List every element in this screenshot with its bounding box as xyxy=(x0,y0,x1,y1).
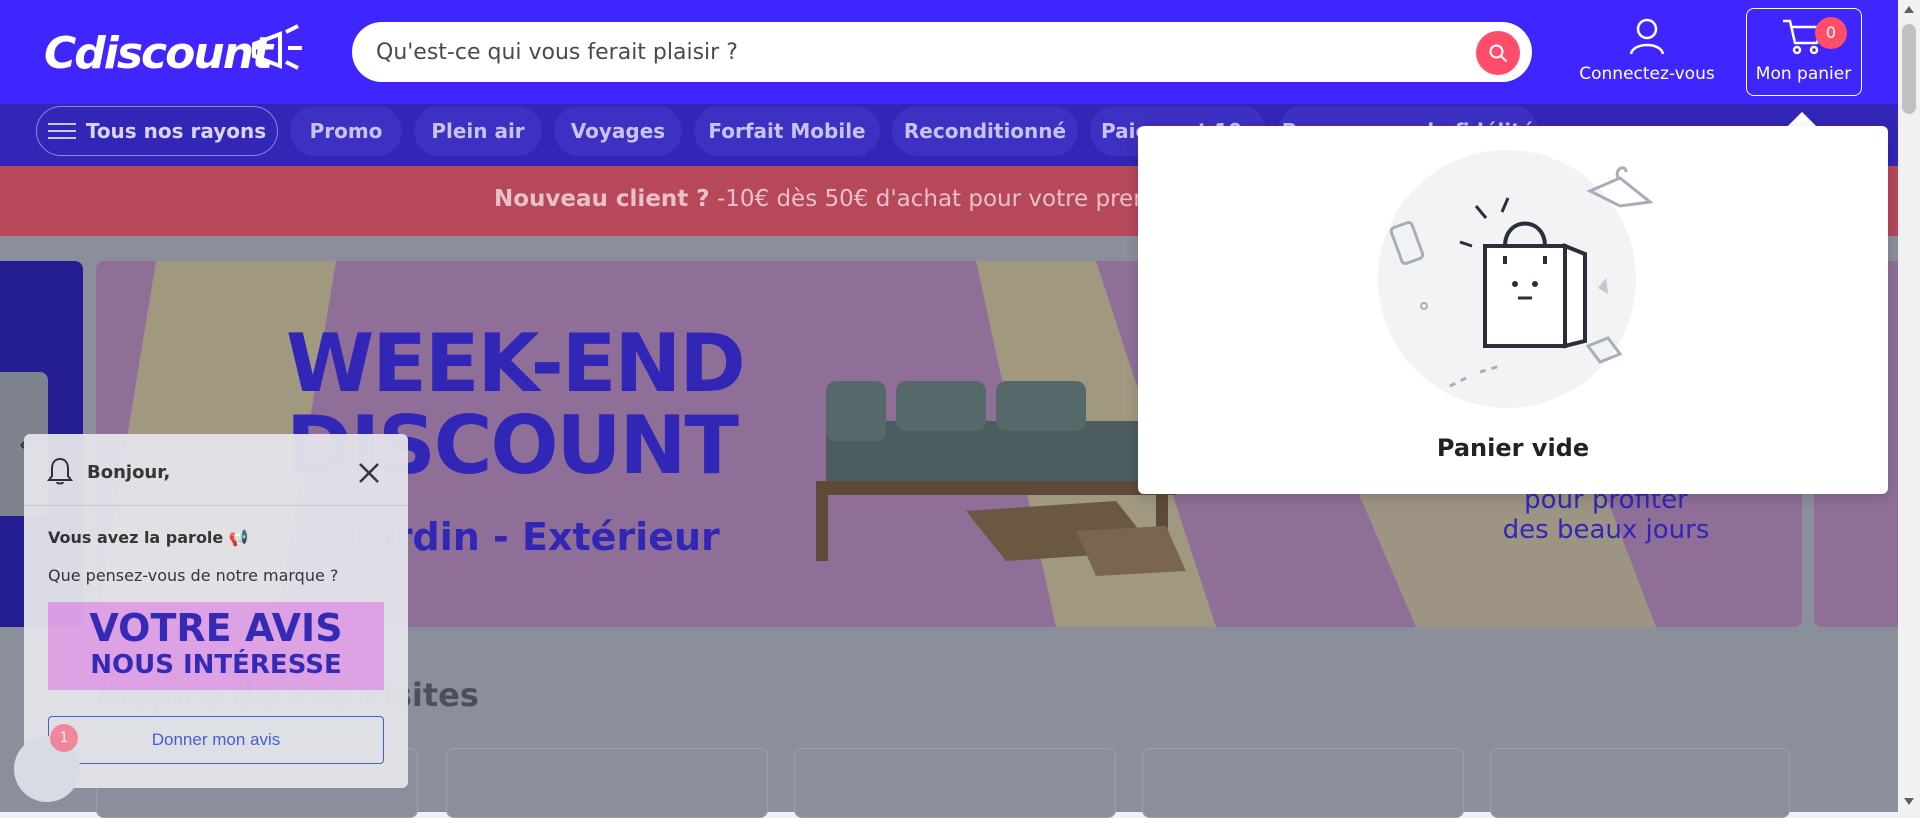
feedback-title: Bonjour, xyxy=(87,462,171,483)
chat-badge: 1 xyxy=(50,724,78,752)
feedback-image: VOTRE AVIS NOUS INTÉRESSE xyxy=(48,602,384,690)
cart-label: Mon panier xyxy=(1755,64,1852,84)
product-card[interactable] xyxy=(794,748,1116,818)
account-label: Connectez-vous xyxy=(1579,64,1715,84)
user-icon xyxy=(1629,18,1665,55)
cart-dropdown: Panier vide xyxy=(1138,126,1888,494)
nav-item-reconditionne[interactable]: Reconditionné xyxy=(892,106,1078,156)
scroll-down-arrow-icon[interactable] xyxy=(1904,798,1914,805)
feedback-image-line-2: NOUS INTÉRESSE xyxy=(90,650,342,680)
header: Cdiscount Connectez-vous 0 M xyxy=(0,0,1898,104)
hero-right-line-2: des beaux jours xyxy=(1502,515,1710,545)
cdiscount-logo[interactable]: Cdiscount xyxy=(44,22,304,82)
page-scrollbar[interactable] xyxy=(1898,0,1920,812)
cart-button[interactable]: 0 Mon panier xyxy=(1746,8,1862,96)
scroll-up-arrow-icon[interactable] xyxy=(1904,6,1914,13)
nav-item-plein-air[interactable]: Plein air xyxy=(414,106,542,156)
scroll-thumb[interactable] xyxy=(1902,24,1916,114)
hero-headline-line-1: WEEK-END xyxy=(286,317,746,410)
close-icon[interactable] xyxy=(354,458,384,488)
hamburger-icon xyxy=(47,121,76,141)
nav-item-forfait-mobile[interactable]: Forfait Mobile xyxy=(694,106,880,156)
feedback-image-line-1: VOTRE AVIS xyxy=(89,606,343,650)
bell-icon xyxy=(47,457,73,485)
logo-icon: Cdiscount xyxy=(44,24,302,79)
promo-bold: Nouveau client ? xyxy=(494,186,710,212)
empty-bag-icon xyxy=(1389,166,1654,388)
feedback-header: Bonjour, xyxy=(24,434,408,506)
hero-subline: Jardin - Extérieur xyxy=(354,515,720,559)
svg-text:Cdiscount: Cdiscount xyxy=(44,28,275,79)
product-card[interactable] xyxy=(446,748,768,818)
search-icon xyxy=(1489,44,1507,62)
empty-cart-label: Panier vide xyxy=(1436,434,1590,462)
all-departments-button[interactable]: Tous nos rayons xyxy=(36,106,278,156)
search-input[interactable] xyxy=(374,32,1424,72)
nav-item-voyages[interactable]: Voyages xyxy=(554,106,682,156)
search-button[interactable] xyxy=(1476,31,1520,75)
product-card[interactable] xyxy=(1142,748,1464,818)
search-bar xyxy=(352,22,1532,82)
hero-right-text: pour profiter des beaux jours xyxy=(1406,485,1802,545)
give-feedback-button[interactable]: Donner mon avis xyxy=(48,716,384,764)
feedback-question: Que pensez-vous de notre marque ? xyxy=(48,566,339,585)
promo-text: Nouveau client ? -10€ dès 50€ d'achat po… xyxy=(494,186,1233,212)
nav-item-promo[interactable]: Promo xyxy=(290,106,402,156)
feedback-popup: Bonjour, Vous avez la parole 📢 Que pense… xyxy=(24,434,408,788)
all-departments-label: Tous nos rayons xyxy=(85,119,267,143)
cart-count-badge: 0 xyxy=(1815,17,1847,49)
product-card[interactable] xyxy=(1490,748,1790,818)
feedback-heading: Vous avez la parole 📢 xyxy=(48,528,249,547)
account-button[interactable]: Connectez-vous xyxy=(1572,14,1722,90)
